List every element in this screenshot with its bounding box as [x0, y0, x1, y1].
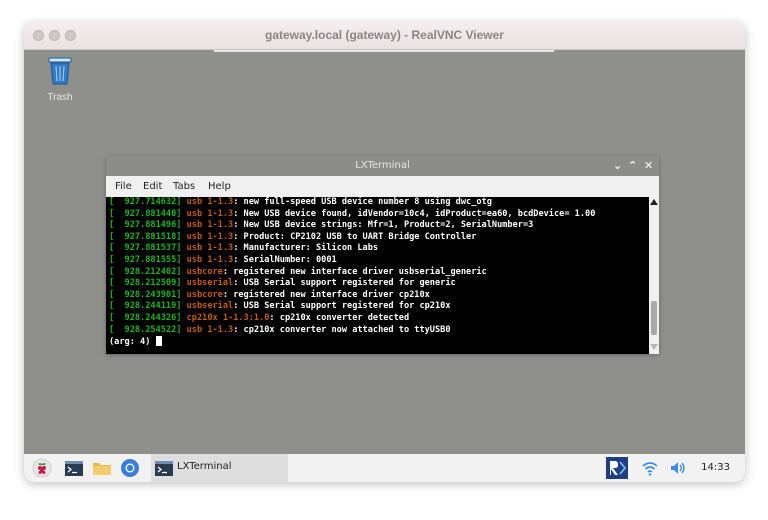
log-message: : registered new interface driver usbser…: [222, 266, 487, 277]
terminal-line: [ 928.244119] usbserial: USB Serial supp…: [109, 301, 649, 313]
log-message: : New USB device found, idVendor=10c4, i…: [233, 208, 596, 219]
chromium-browser-icon[interactable]: [120, 458, 140, 478]
window-title: gateway.local (gateway) - RealVNC Viewer: [265, 28, 504, 42]
scroll-up-arrow-icon[interactable]: [650, 199, 658, 205]
log-device: cp210x 1-1.3:1.0: [186, 312, 270, 323]
log-message: : cp210x converter now attached to ttyUS…: [233, 324, 451, 335]
terminal-task-icon: [155, 461, 173, 476]
lxterminal-titlebar[interactable]: LXTerminal ⌄ ⌃ ✕: [106, 156, 659, 176]
scroll-thumb[interactable]: [651, 301, 657, 335]
menu-edit[interactable]: Edit: [143, 181, 162, 192]
terminal-line: [ 927.881518] usb 1-1.3: Product: CP2102…: [109, 232, 649, 244]
terminal-line: [ 927.881496] usb 1-1.3: New USB device …: [109, 220, 649, 232]
close-icon[interactable]: ✕: [644, 159, 653, 172]
log-message: : SerialNumber: 0001: [233, 254, 337, 265]
log-device: usb 1-1.3: [186, 208, 234, 219]
file-manager-icon[interactable]: [92, 458, 112, 478]
terminal-line: [ 928.254522] usb 1-1.3: cp210x converte…: [109, 325, 649, 337]
terminal-line: [ 928.212402] usbcore: registered new in…: [109, 267, 649, 279]
raspberry-pi-menu-icon[interactable]: [32, 458, 52, 478]
log-device: usbcore: [186, 266, 223, 277]
trash-desktop-icon[interactable]: Trash: [44, 54, 76, 103]
terminal-scrollbar[interactable]: [649, 197, 659, 354]
terminal-launcher-icon[interactable]: [64, 458, 84, 478]
log-timestamp: [ 927.714632]: [109, 197, 182, 207]
wifi-icon[interactable]: [640, 458, 660, 478]
maximize-icon[interactable]: ⌃: [628, 159, 637, 172]
trash-label: Trash: [47, 92, 73, 103]
log-timestamp: [ 928.254522]: [109, 324, 182, 335]
terminal-output[interactable]: [ 927.714632] usb 1-1.3: new full-speed …: [106, 197, 649, 354]
terminal-line: [ 927.881555] usb 1-1.3: SerialNumber: 0…: [109, 255, 649, 267]
log-timestamp: [ 927.881537]: [109, 243, 182, 254]
volume-icon[interactable]: [668, 458, 688, 478]
lxterminal-title: LXTerminal: [355, 160, 410, 171]
log-device: usb 1-1.3: [186, 220, 234, 231]
log-timestamp: [ 927.881518]: [109, 231, 182, 242]
terminal-line: [ 928.212509] usbserial: USB Serial supp…: [109, 278, 649, 290]
terminal-cursor: [155, 336, 162, 347]
log-device: usbserial: [186, 278, 234, 289]
log-message: : Product: CP2102 USB to UART Bridge Con…: [233, 231, 477, 242]
desktop-panel-edge: [214, 50, 554, 52]
log-message: : USB Serial support registered for gene…: [233, 278, 456, 289]
vnc-viewer-window: gateway.local (gateway) - RealVNC Viewer…: [24, 22, 745, 482]
taskbar-task-label: LXTerminal: [177, 461, 232, 472]
log-message: : Manufacturer: Silicon Labs: [233, 243, 379, 254]
clock[interactable]: 14:33: [701, 462, 730, 473]
lxterminal-menubar: File Edit Tabs Help: [106, 176, 659, 197]
log-device: usb 1-1.3: [186, 231, 234, 242]
lxterminal-window: LXTerminal ⌄ ⌃ ✕ File Edit Tabs Help [ 9…: [106, 156, 659, 354]
log-message: : New USB device strings: Mfr=1, Product…: [233, 220, 534, 231]
log-message: : cp210x converter detected: [269, 312, 410, 323]
terminal-line: [ 928.243901] usbcore: registered new in…: [109, 290, 649, 302]
taskbar: LXTerminal 14:33: [24, 454, 745, 482]
scroll-down-arrow-icon[interactable]: [650, 344, 658, 350]
terminal-prompt-line[interactable]: (arg: 4): [109, 336, 649, 348]
log-timestamp: [ 927.881440]: [109, 208, 182, 219]
log-device: usbserial: [186, 301, 234, 312]
terminal-line: [ 927.881440] usb 1-1.3: New USB device …: [109, 209, 649, 221]
log-device: usbcore: [186, 289, 223, 300]
log-timestamp: [ 928.212509]: [109, 278, 182, 289]
log-timestamp: [ 927.881555]: [109, 254, 182, 265]
log-timestamp: [ 928.244119]: [109, 301, 182, 312]
log-timestamp: [ 927.881496]: [109, 220, 182, 231]
log-message: : new full-speed USB device number 8 usi…: [233, 197, 492, 207]
log-timestamp: [ 928.243901]: [109, 289, 182, 300]
log-device: usb 1-1.3: [186, 324, 234, 335]
vnc-server-icon[interactable]: [605, 456, 629, 480]
taskbar-task-lxterminal[interactable]: LXTerminal: [151, 454, 288, 482]
log-device: usb 1-1.3: [186, 243, 234, 254]
log-device: usb 1-1.3: [186, 197, 234, 207]
minimize-icon[interactable]: ⌄: [613, 159, 622, 172]
terminal-prompt: (arg: 4): [109, 337, 156, 348]
log-message: : USB Serial support registered for cp21…: [233, 301, 451, 312]
log-device: usb 1-1.3: [186, 254, 234, 265]
menu-help[interactable]: Help: [208, 181, 231, 192]
remote-desktop[interactable]: Trash LXTerminal ⌄ ⌃ ✕ File Edit Tabs He…: [24, 50, 745, 454]
terminal-line: [ 927.881537] usb 1-1.3: Manufacturer: S…: [109, 243, 649, 255]
menu-file[interactable]: File: [115, 181, 132, 192]
log-timestamp: [ 928.212402]: [109, 266, 182, 277]
log-timestamp: [ 928.244326]: [109, 312, 182, 323]
trash-icon: [48, 57, 72, 85]
menu-tabs[interactable]: Tabs: [173, 181, 195, 192]
log-message: : registered new interface driver cp210x: [222, 289, 430, 300]
terminal-line: [ 928.244326] cp210x 1-1.3:1.0: cp210x c…: [109, 313, 649, 325]
terminal-line: [ 927.714632] usb 1-1.3: new full-speed …: [109, 197, 649, 209]
vnc-titlebar[interactable]: gateway.local (gateway) - RealVNC Viewer: [24, 22, 745, 50]
